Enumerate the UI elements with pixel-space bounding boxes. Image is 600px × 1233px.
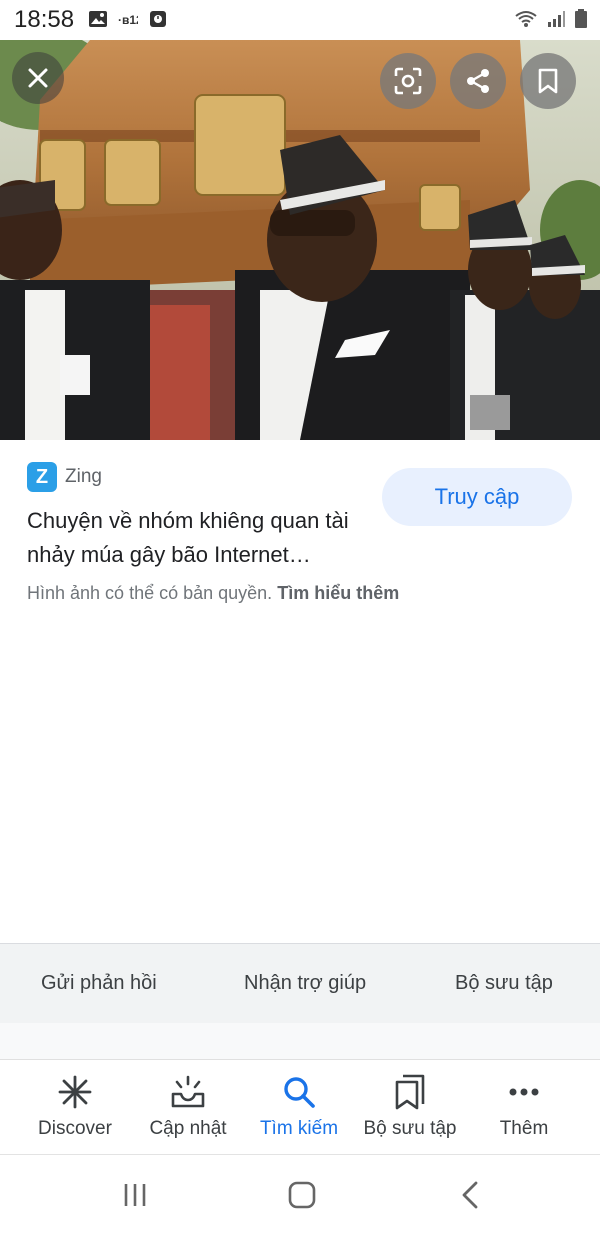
nav-label: Cập nhật: [149, 1118, 227, 1139]
source-row[interactable]: Z Zing: [27, 462, 102, 492]
screenshot-icon: [150, 11, 166, 27]
status-time: 18:58: [14, 6, 75, 33]
nav-search[interactable]: Tìm kiếm: [239, 1074, 359, 1140]
result-image[interactable]: [0, 40, 600, 440]
back-button[interactable]: [450, 1175, 490, 1215]
visit-button[interactable]: Truy cập: [382, 468, 572, 526]
footer-links: Gửi phản hồi Nhận trợ giúp Bộ sưu tập: [0, 943, 600, 1024]
home-button[interactable]: [282, 1175, 322, 1215]
signal-icon: [548, 11, 565, 27]
nav-discover[interactable]: Discover: [15, 1074, 135, 1140]
svg-text:·ʙ12: ·ʙ12: [118, 13, 138, 27]
image-icon: [89, 11, 107, 27]
footer-spacer: [0, 1023, 600, 1060]
search-icon: [281, 1074, 317, 1110]
lens-button[interactable]: [380, 53, 436, 109]
source-logo: Z: [27, 462, 57, 492]
nav-label: Tìm kiếm: [259, 1118, 339, 1139]
close-icon: [28, 68, 48, 88]
more-icon: [506, 1074, 542, 1110]
pallbearers-carrying-coffin-image: [0, 40, 600, 440]
status-bar: 18:58 ·ʙ12: [0, 0, 600, 40]
recent-apps-icon: [124, 1184, 146, 1206]
source-name: Zing: [65, 466, 102, 487]
nav-label: Bộ sưu tập: [363, 1118, 457, 1139]
back-icon: [462, 1181, 478, 1209]
learn-more-link[interactable]: Tìm hiểu thêm: [277, 583, 399, 603]
collections-link[interactable]: Bộ sưu tập: [455, 972, 553, 995]
bottom-nav: Discover Cập nhật Tìm kiếm Bộ sưu tập Th…: [0, 1060, 600, 1155]
nav-label: Discover: [38, 1118, 112, 1139]
nav-label: Thêm: [499, 1118, 549, 1139]
nav-updates[interactable]: Cập nhật: [128, 1074, 248, 1140]
home-icon: [288, 1181, 316, 1209]
system-nav-bar: [0, 1155, 600, 1233]
status-icons-right: [514, 9, 588, 29]
close-button[interactable]: [12, 52, 64, 104]
recent-apps-button[interactable]: [115, 1175, 155, 1215]
nav-collections[interactable]: Bộ sưu tập: [350, 1074, 470, 1140]
feedback-link[interactable]: Gửi phản hồi: [41, 972, 157, 995]
bookmark-button[interactable]: [520, 53, 576, 109]
bookmark-icon: [538, 68, 558, 94]
share-icon: [467, 69, 489, 93]
wifi-icon: [515, 11, 537, 27]
share-button[interactable]: [450, 53, 506, 109]
lens-icon: [394, 67, 422, 95]
copyright-notice: Hình ảnh có thể có bản quyền. Tìm hiểu t…: [27, 583, 399, 604]
help-link[interactable]: Nhận trợ giúp: [244, 972, 366, 995]
updates-icon: [170, 1074, 206, 1110]
copyright-text: Hình ảnh có thể có bản quyền.: [27, 583, 273, 603]
result-title[interactable]: Chuyện về nhóm khiêng quan tài nhảy múa …: [27, 504, 372, 572]
notification-icon: ·ʙ12: [118, 13, 138, 27]
collections-icon: [392, 1074, 428, 1110]
asterisk-icon: [57, 1074, 93, 1110]
battery-icon: [575, 9, 587, 28]
nav-more[interactable]: Thêm: [464, 1074, 584, 1140]
status-icons-left: ·ʙ12: [88, 9, 168, 29]
